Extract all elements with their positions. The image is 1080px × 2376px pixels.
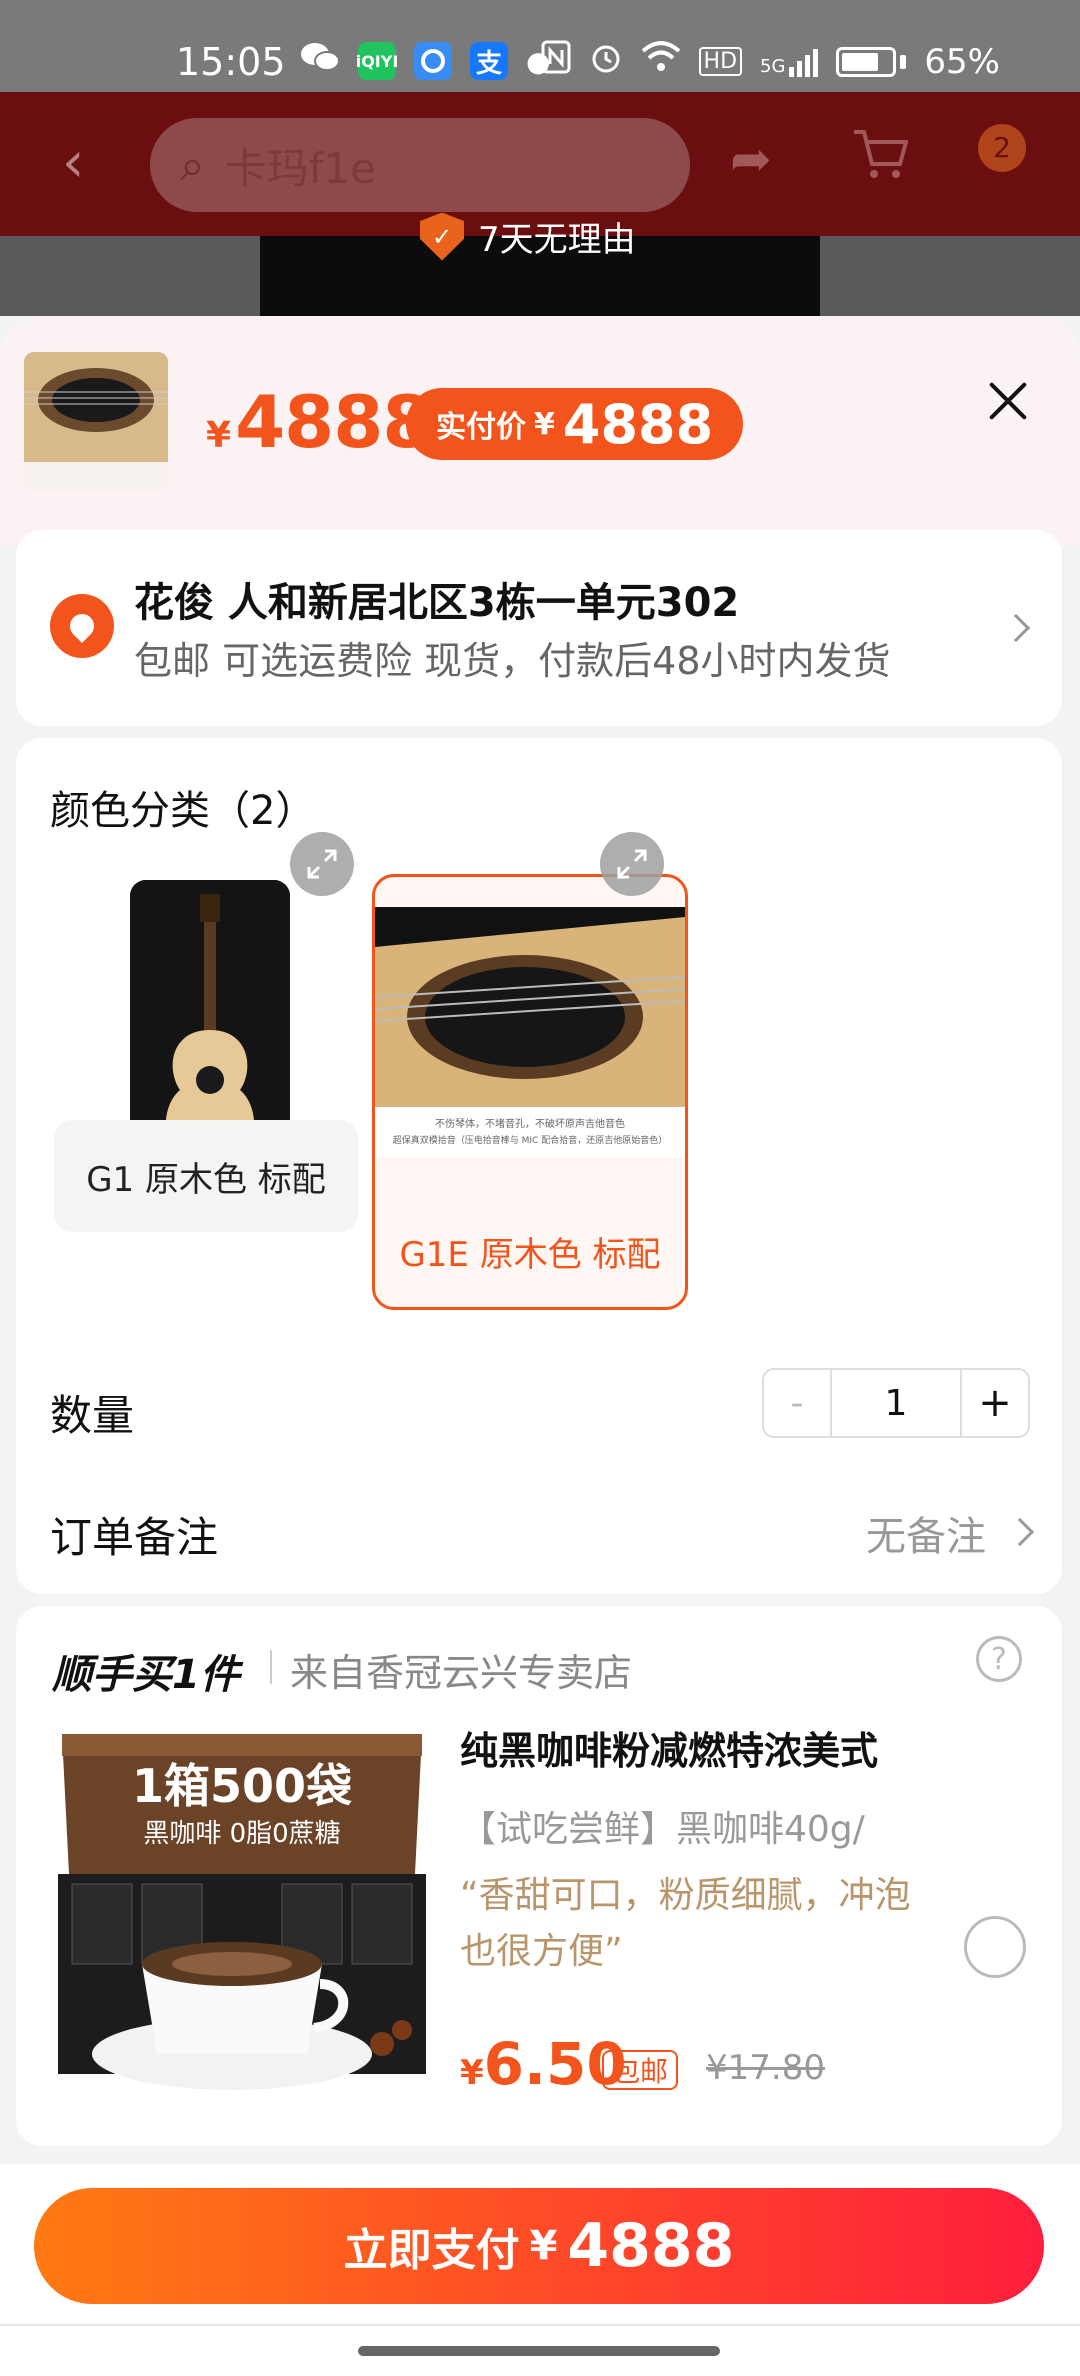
iqiyi-text: iQIYI (355, 51, 399, 71)
sheet-price: ¥ 4888 (206, 380, 432, 464)
addon-store-name: 来自香冠云兴专卖店 (290, 1651, 633, 1695)
quantity-plus-button[interactable]: + (962, 1370, 1028, 1436)
wifi-icon (641, 41, 681, 82)
share-icon: ➦ (730, 130, 772, 188)
addon-product-name: 纯黑咖啡粉减燃特浓美式 (460, 1729, 879, 1773)
cart-icon (852, 128, 909, 193)
footer-bar: 立即支付 ¥ 4888 (0, 2164, 1080, 2376)
paid-value: 4888 (562, 392, 714, 456)
spec-option-g1[interactable]: G1 原木色 标配 (54, 874, 358, 1232)
addon-original-price: ¥17.80 (706, 2048, 825, 2088)
signal-icon: 5G (760, 47, 819, 77)
quantity-value[interactable]: 1 (830, 1370, 962, 1436)
battery-icon (836, 46, 897, 77)
price-value: 4888 (235, 380, 432, 464)
pay-amount: 4888 (567, 2211, 735, 2281)
background-search-bar: ⌕ 卡玛f1e (150, 118, 690, 212)
option2-caption-2: 超保真双模拾音（压电拾音棒与 MIC 配合拾音，还原吉他原始音色） (393, 1134, 667, 1146)
alipay-text: 支 (475, 48, 502, 79)
status-system-icons: HD 5G 65% (541, 40, 1000, 83)
price-symbol: ¥ (206, 415, 232, 456)
back-arrow-icon: ‹ (62, 130, 85, 195)
addon-title: 顺手买1件 (52, 1652, 240, 1698)
search-icon: ⌕ (180, 139, 205, 191)
status-bar: 15:05 iQIYI 支 ● HD 5G 65% (0, 0, 1080, 92)
nfc-icon (541, 40, 571, 83)
spec-option-label: G1E 原木色 标配 (399, 1234, 661, 1275)
pay-symbol: ¥ (529, 2223, 558, 2269)
alarm-icon (589, 40, 623, 83)
coffee-image-subline: 黑咖啡 0脂0蔗糖 (143, 1819, 340, 1849)
hd-icon: HD (698, 47, 743, 76)
order-note-value[interactable]: 无备注 (866, 1504, 986, 1562)
battery-percent: 65% (924, 41, 1000, 82)
battery-cap (900, 54, 907, 69)
guitar-soundhole-image: 不伤琴体，不堵音孔，不破坏原声吉他音色 超保真双模拾音（压电拾音棒与 MIC 配… (375, 907, 685, 1157)
addon-product-quote: “香甜可口，粉质细腻，冲泡也很方便” (460, 1875, 911, 1972)
divider (270, 1650, 272, 1684)
address-shipping-line: 包邮 可选运费险 现货，付款后48小时内发货 (134, 639, 891, 683)
network-type: 5G (760, 55, 786, 77)
sheet-header: ¥ 4888 实付价 ¥ 4888 (0, 316, 1080, 546)
purchase-sheet: ¥ 4888 实付价 ¥ 4888 花俊 人和新居北区3栋一单元302 包邮 可… (0, 316, 1080, 2376)
free-shipping-badge: 包邮 (602, 2050, 679, 2090)
address-name-line: 花俊 人和新居北区3栋一单元302 (134, 580, 740, 626)
background-promo: ✓ 7天无理由 (420, 212, 636, 261)
spec-option-g1e[interactable]: 不伤琴体，不堵音孔，不破坏原声吉他音色 超保真双模拾音（压电拾音棒与 MIC 配… (372, 874, 688, 1310)
addon-product-tag: 【试吃尝鲜】黑咖啡40g/ (460, 1809, 865, 1850)
cart-badge: 2 (978, 124, 1026, 172)
quantity-label: 数量 (50, 1391, 135, 1440)
help-icon[interactable]: ? (976, 1636, 1022, 1682)
search-placeholder: 卡玛f1e (224, 143, 376, 193)
order-note-label: 订单备注 (50, 1513, 219, 1562)
product-thumbnail[interactable] (24, 352, 168, 490)
qq-browser-icon (414, 42, 452, 80)
status-app-icons: iQIYI 支 ● (300, 40, 550, 82)
wechat-icon (300, 40, 340, 82)
spec-card: 颜色分类（2） G1 原木色 标配 不伤琴体，不堵音孔，不破坏原声吉他音色 超保… (16, 738, 1062, 1594)
addon-select-radio[interactable] (964, 1916, 1026, 1978)
address-card[interactable]: 花俊 人和新居北区3栋一单元302 包邮 可选运费险 现货，付款后48小时内发货 (16, 530, 1062, 726)
close-icon[interactable] (978, 372, 1038, 432)
nav-divider (0, 2324, 1080, 2326)
paid-price-pill: 实付价 ¥ 4888 (406, 388, 744, 460)
option2-caption-1: 不伤琴体，不堵音孔，不破坏原声吉他音色 (435, 1117, 625, 1130)
quantity-minus-button[interactable]: - (764, 1370, 830, 1436)
spec-option-label: G1 原木色 标配 (54, 1120, 358, 1232)
chevron-right-icon[interactable] (1005, 1517, 1035, 1547)
quantity-stepper: - 1 + (762, 1368, 1030, 1438)
shield-check-icon: ✓ (420, 212, 464, 261)
pay-label: 立即支付 (343, 2225, 520, 2276)
promo-text: 7天无理由 (478, 220, 636, 260)
addon-card: 顺手买1件 来自香冠云兴专卖店 ? 1箱500袋 黑咖啡 0脂0蔗糖 纯黑咖啡粉… (16, 1606, 1062, 2146)
home-indicator[interactable] (358, 2346, 720, 2356)
color-category-title: 颜色分类（2） (50, 788, 316, 834)
coffee-product-image[interactable]: 1箱500袋 黑咖啡 0脂0蔗糖 (52, 1724, 432, 2100)
iqiyi-icon: iQIYI (355, 42, 399, 80)
paid-symbol: ¥ (534, 406, 555, 442)
pay-now-button[interactable]: 立即支付 ¥ 4888 (34, 2188, 1044, 2304)
alipay-icon: 支 (470, 42, 508, 80)
chevron-right-icon (1001, 613, 1031, 643)
expand-icon[interactable] (290, 832, 354, 896)
expand-icon[interactable] (600, 832, 664, 896)
status-time: 15:05 (176, 40, 286, 84)
coffee-image-headline: 1箱500袋 (132, 1759, 352, 1813)
addon-price-symbol: ¥ (460, 2053, 484, 2093)
paid-label: 实付价 (436, 410, 526, 445)
location-pin-icon (50, 594, 114, 658)
